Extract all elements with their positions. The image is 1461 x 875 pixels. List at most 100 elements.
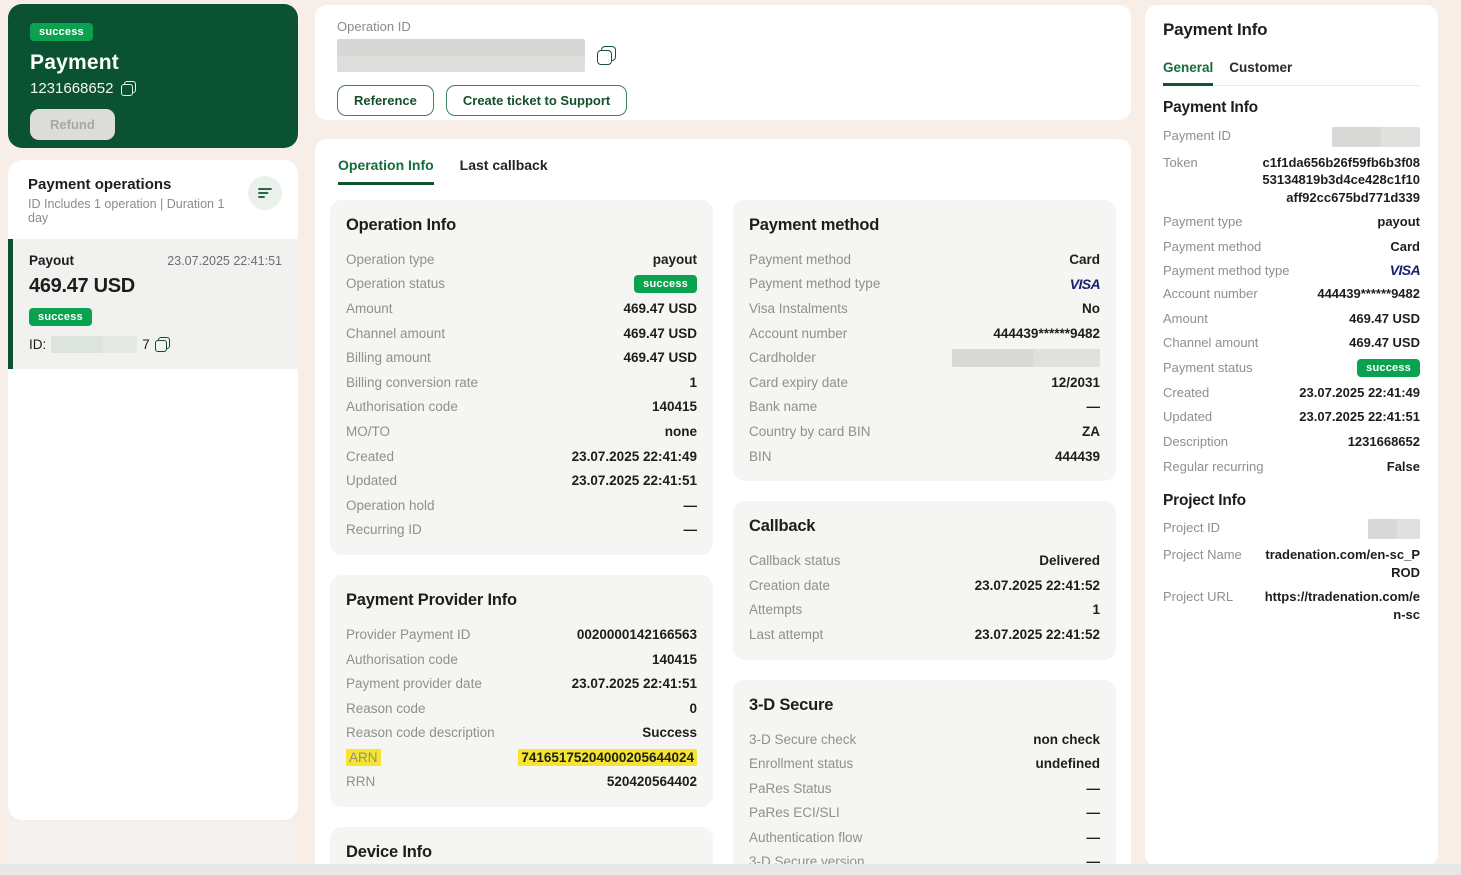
- row-label: Payment method: [749, 251, 852, 267]
- row-value: 23.07.2025 22:41:51: [571, 473, 697, 489]
- info-row: Authentication flow —: [749, 825, 1100, 850]
- copy-icon[interactable]: [154, 337, 170, 352]
- operation-type: Payout: [29, 253, 75, 268]
- row-label: MO/TO: [346, 423, 391, 439]
- info-row: Billing amount 469.47 USD: [346, 345, 697, 370]
- row-value: 140415: [651, 399, 697, 415]
- info-row: Channel amount 469.47 USD: [1163, 331, 1420, 356]
- info-row: Payment provider date 23.07.2025 22:41:51: [346, 671, 697, 696]
- card-title: 3-D Secure: [749, 695, 834, 714]
- row-label: Updated: [346, 473, 398, 489]
- info-row: Created 23.07.2025 22:41:49: [346, 444, 697, 469]
- row-value: Card: [1390, 238, 1420, 254]
- row-value: 140415: [651, 651, 697, 667]
- info-row: Operation type payout: [346, 247, 697, 272]
- row-label: PaRes ECI/SLI: [749, 805, 840, 821]
- operations-subtitle: ID Includes 1 operation | Duration 1 day: [28, 197, 225, 225]
- row-label: Authentication flow: [749, 829, 863, 845]
- row-value: 0020000142166563: [576, 626, 697, 642]
- row-label: ARN: [346, 748, 381, 766]
- row-label: BIN: [749, 448, 772, 464]
- row-value: —: [1086, 399, 1101, 415]
- info-card: 3-D Secure 3-D Secure check non check Enrol…: [733, 679, 1116, 875]
- row-value: payout: [1377, 214, 1420, 230]
- row-label: Amount: [346, 300, 393, 316]
- row-value: tradenation.com/en-sc_PROD: [1265, 547, 1420, 580]
- info-row: Project Name tradenation.com/en-sc_PROD: [1163, 543, 1420, 585]
- row-label: Account number: [1163, 286, 1258, 302]
- row-label: Callback status: [749, 553, 841, 569]
- info-row: Provider Payment ID 0020000142166563: [346, 622, 697, 647]
- row-value: —: [1086, 829, 1101, 845]
- info-row: Reason code 0: [346, 696, 697, 721]
- info-row: Recurring ID —: [346, 518, 697, 543]
- create-ticket-button[interactable]: Create ticket to Support: [445, 85, 628, 116]
- operation-tabs: Operation Info Last callback: [330, 151, 1116, 185]
- row-value: 23.07.2025 22:41:52: [974, 577, 1100, 593]
- row-value: 1231668652: [1347, 433, 1420, 449]
- info-row: Reason code description Success: [346, 721, 697, 746]
- info-card: Operation Info Operation type payout Operat…: [330, 200, 713, 556]
- info-row: Billing conversion rate 1: [346, 370, 697, 395]
- cards-column-right: Payment method Payment method Card Payment …: [733, 200, 1116, 875]
- info-row: Amount 469.47 USD: [1163, 306, 1420, 331]
- row-label: Payment type: [1163, 214, 1243, 230]
- operation-info-panel: Operation Info Last callback Operation I…: [315, 139, 1131, 875]
- info-row: Project ID: [1163, 516, 1420, 543]
- row-label: Bank name: [749, 399, 818, 415]
- info-row: Payment method type VISA: [749, 272, 1101, 297]
- tab-operation-info[interactable]: Operation Info: [338, 151, 434, 185]
- info-row: Country by card BIN ZA: [749, 419, 1100, 444]
- row-label: Description: [1163, 433, 1229, 449]
- info-row: Bank name —: [749, 395, 1100, 420]
- info-row: Project URL https://tradenation.com/en-sc: [1163, 585, 1420, 627]
- row-label: Updated: [1163, 409, 1213, 425]
- redacted-value: [1332, 126, 1420, 147]
- row-value: https://tradenation.com/en-sc: [1264, 589, 1420, 622]
- row-label: Card expiry date: [749, 374, 849, 390]
- redacted-operation-id-value: [337, 39, 585, 72]
- refund-button[interactable]: Refund: [30, 109, 115, 140]
- row-value: —: [683, 522, 698, 538]
- info-row: Payment method type VISA: [1163, 259, 1421, 282]
- info-row: Cardholder: [749, 345, 1100, 370]
- info-row: Amount 469.47 USD: [346, 296, 697, 321]
- copy-icon[interactable]: [121, 81, 137, 96]
- tab-last-callback[interactable]: Last callback: [460, 151, 548, 185]
- row-label: Visa Instalments: [749, 300, 848, 316]
- row-label: Created: [346, 448, 395, 464]
- row-value: No: [1082, 300, 1100, 316]
- row-label: Provider Payment ID: [346, 626, 471, 642]
- info-row: BIN 444439: [749, 444, 1100, 469]
- info-row: Payment status success: [1163, 355, 1420, 380]
- row-label: Creation date: [749, 577, 831, 593]
- info-row: Payment method Card: [1163, 234, 1420, 259]
- info-row: Card expiry date 12/2031: [749, 370, 1100, 395]
- row-value: 23.07.2025 22:41:49: [571, 448, 697, 464]
- row-label: 3-D Secure check: [749, 731, 857, 747]
- copy-icon[interactable]: [597, 46, 616, 65]
- operation-list-item[interactable]: Payout 23.07.2025 22:41:51 469.47 USD su…: [8, 239, 298, 369]
- operations-title: Payment operations: [28, 176, 172, 193]
- row-value: Card: [1069, 251, 1100, 267]
- tab-general[interactable]: General: [1163, 56, 1214, 86]
- info-row: Payment ID: [1163, 123, 1420, 150]
- visa-logo: VISA: [1069, 275, 1101, 292]
- row-label: Created: [1163, 384, 1210, 400]
- filter-button[interactable]: [248, 176, 282, 210]
- row-value: 23.07.2025 22:41:51: [1299, 409, 1420, 425]
- value-status-badge: success: [1357, 358, 1420, 377]
- row-label: Regular recurring: [1163, 458, 1264, 474]
- row-label: Billing conversion rate: [346, 374, 479, 390]
- info-row: Account number 444439******9482: [1163, 282, 1420, 307]
- left-column: success Payment 1231668652 Refund Paymen…: [8, 4, 298, 820]
- card-title: Payment Provider Info: [346, 591, 517, 610]
- row-value: 23.07.2025 22:41:52: [974, 626, 1100, 642]
- tab-customer[interactable]: Customer: [1229, 56, 1292, 86]
- horizontal-scrollbar[interactable]: [0, 864, 1461, 875]
- row-label: Project Name: [1163, 547, 1242, 563]
- payment-id: 1231668652: [30, 80, 114, 97]
- reference-button[interactable]: Reference: [337, 85, 434, 116]
- operation-detail-column: Operation ID Reference Create ticket to …: [315, 5, 1131, 875]
- info-row: Authorisation code 140415: [346, 647, 697, 672]
